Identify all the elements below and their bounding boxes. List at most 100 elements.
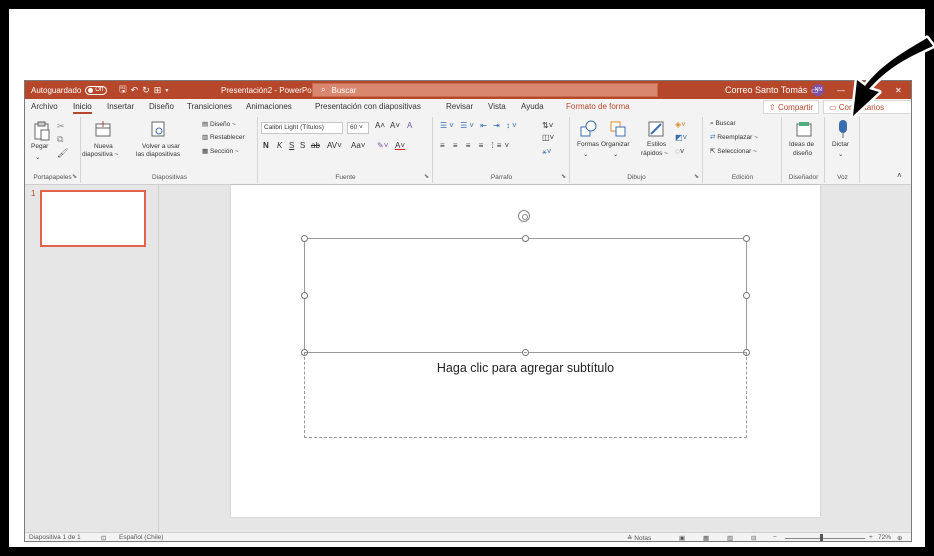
- shape-fill-icon[interactable]: ◈˅: [675, 120, 686, 129]
- new-slide-label-2[interactable]: diapositiva ~: [82, 151, 118, 158]
- new-slide-label-1[interactable]: Nueva: [94, 143, 113, 150]
- char-spacing-icon[interactable]: AV˅: [327, 141, 342, 150]
- quick-styles-label-1[interactable]: Estilos: [647, 141, 666, 148]
- clear-format-icon[interactable]: A: [407, 121, 412, 130]
- arrange-dropdown-icon[interactable]: ⌄: [613, 150, 618, 158]
- shapes-dropdown-icon[interactable]: ⌄: [583, 150, 588, 158]
- tab-vista[interactable]: Vista: [488, 102, 506, 111]
- quick-styles-label-2[interactable]: rápidos ~: [641, 150, 668, 157]
- italic-button[interactable]: K: [277, 141, 282, 150]
- resize-handle[interactable]: [301, 235, 308, 242]
- font-launcher-icon[interactable]: ⬊: [424, 173, 429, 180]
- normal-view-icon[interactable]: ▣: [679, 534, 685, 541]
- resize-handle[interactable]: [522, 235, 529, 242]
- slide-canvas[interactable]: Haga clic para agregar subtítulo: [231, 185, 820, 517]
- ribbon-display-icon[interactable]: ▭: [811, 81, 819, 99]
- bold-button[interactable]: N: [263, 141, 269, 150]
- tab-insertar[interactable]: Insertar: [107, 102, 134, 111]
- slideshow-icon[interactable]: ⊟: [751, 534, 756, 541]
- font-size-select[interactable]: 60 ˅: [347, 122, 369, 134]
- zoom-in-icon[interactable]: +: [869, 534, 873, 541]
- paste-button[interactable]: Pegar: [31, 143, 48, 150]
- grow-font-icon[interactable]: A˄: [375, 121, 385, 130]
- drawing-launcher-icon[interactable]: ⬊: [694, 173, 699, 180]
- layout-button[interactable]: ▤ Diseño ~: [202, 120, 236, 128]
- undo-icon[interactable]: ↶: [131, 85, 143, 96]
- text-direction-icon[interactable]: ⇅˅: [542, 121, 553, 130]
- resize-handle[interactable]: [743, 292, 750, 299]
- slide-sorter-icon[interactable]: ▦: [703, 534, 709, 541]
- reset-button[interactable]: ▥ Restablecer: [202, 133, 245, 141]
- tab-animaciones[interactable]: Animaciones: [246, 102, 292, 111]
- underline-button[interactable]: S: [289, 141, 294, 150]
- highlight-icon[interactable]: ✎˅: [377, 141, 388, 150]
- font-family-select[interactable]: Calibri Light (Títulos): [261, 122, 343, 134]
- zoom-level[interactable]: 72%: [878, 534, 891, 541]
- shadow-button[interactable]: S: [300, 141, 305, 150]
- smartart-icon[interactable]: ⚹˅: [542, 147, 551, 157]
- resize-handle[interactable]: [743, 235, 750, 242]
- paragraph-launcher-icon[interactable]: ⬊: [561, 173, 566, 180]
- fit-slide-icon[interactable]: ⊕: [897, 534, 902, 541]
- shape-outline-icon[interactable]: ◩˅: [675, 133, 687, 142]
- find-button[interactable]: ⌕ Buscar: [710, 120, 736, 128]
- paste-icon[interactable]: [33, 121, 51, 141]
- tab-ayuda[interactable]: Ayuda: [521, 102, 544, 111]
- paste-dropdown-icon[interactable]: ⌄: [35, 153, 40, 161]
- change-case-icon[interactable]: Aa˅: [351, 141, 365, 150]
- dictate-dropdown-icon[interactable]: ⌄: [838, 150, 843, 158]
- shapes-label[interactable]: Formas: [577, 141, 599, 148]
- arrange-label[interactable]: Organizar: [601, 141, 630, 148]
- section-button[interactable]: ▦ Sección ~: [202, 147, 239, 155]
- tab-diseno[interactable]: Diseño: [149, 102, 174, 111]
- align-text-icon[interactable]: ◫˅: [542, 133, 554, 142]
- tab-transiciones[interactable]: Transiciones: [187, 102, 232, 111]
- presenter-icon[interactable]: ⊞: [154, 85, 166, 96]
- tab-presentacion[interactable]: Presentación con diapositivas: [315, 102, 421, 111]
- bullets-icon[interactable]: ☰˅ ☰˅ ⇤ ⇥ ↕˅: [440, 121, 519, 130]
- customize-qat-icon[interactable]: ▾: [165, 87, 172, 94]
- design-ideas-label-1[interactable]: Ideas de: [789, 141, 814, 148]
- shrink-font-icon[interactable]: A˅: [390, 121, 400, 130]
- strikethrough-icon[interactable]: ab: [311, 141, 320, 150]
- share-button[interactable]: ⇧ Compartir: [763, 100, 820, 114]
- zoom-slider-thumb[interactable]: [820, 534, 823, 541]
- reading-view-icon[interactable]: ▥: [727, 534, 733, 541]
- reuse-slides-label-2[interactable]: las diapositivas: [136, 151, 180, 158]
- format-painter-icon[interactable]: 🖌: [57, 148, 68, 159]
- align-icons[interactable]: ≡ ≡ ≡ ≡ ⁞≡˅: [440, 141, 512, 150]
- search-input[interactable]: ⌕ Buscar: [312, 83, 658, 97]
- copy-icon[interactable]: ⧉: [57, 134, 63, 145]
- rotate-handle[interactable]: [518, 210, 530, 222]
- tab-formato-de-forma[interactable]: Formato de forma: [566, 102, 630, 111]
- notes-button[interactable]: ≙ Notas: [627, 534, 651, 541]
- redo-icon[interactable]: ↻: [142, 85, 154, 96]
- design-ideas-icon[interactable]: [795, 120, 813, 138]
- reuse-slides-label-1[interactable]: Volver a usar: [142, 143, 180, 150]
- shape-effects-icon[interactable]: ◌˅: [675, 147, 684, 156]
- account-area[interactable]: Correo Santo Tomás NN: [725, 81, 825, 99]
- slide-thumbnail[interactable]: [40, 190, 146, 247]
- collapse-ribbon-icon[interactable]: ˄: [897, 171, 902, 180]
- reuse-slides-icon[interactable]: [149, 120, 167, 138]
- subtitle-placeholder[interactable]: Haga clic para agregar subtítulo: [304, 352, 747, 438]
- tab-archivo[interactable]: Archivo: [31, 102, 58, 111]
- resize-handle[interactable]: [301, 292, 308, 299]
- dictate-button[interactable]: Dictar: [832, 141, 849, 148]
- font-color-icon[interactable]: A˅: [395, 141, 405, 150]
- autosave-toggle[interactable]: Off: [85, 85, 108, 95]
- clipboard-launcher-icon[interactable]: ⬊: [72, 173, 77, 180]
- autosave-control[interactable]: Autoguardado Off: [31, 81, 108, 99]
- select-button[interactable]: ⇱ Seleccionar ~: [710, 147, 757, 155]
- quick-styles-icon[interactable]: [647, 120, 665, 138]
- design-ideas-label-2[interactable]: diseño: [793, 150, 812, 157]
- replace-button[interactable]: ⇄ Reemplazar ~: [710, 133, 758, 141]
- arrange-icon[interactable]: [609, 120, 627, 138]
- title-placeholder[interactable]: [301, 235, 750, 356]
- tab-revisar[interactable]: Revisar: [446, 102, 473, 111]
- zoom-slider[interactable]: [785, 538, 865, 539]
- new-slide-icon[interactable]: [94, 120, 112, 138]
- cut-icon[interactable]: ✂: [57, 121, 65, 132]
- zoom-out-icon[interactable]: −: [773, 534, 777, 541]
- shapes-icon[interactable]: [579, 120, 597, 138]
